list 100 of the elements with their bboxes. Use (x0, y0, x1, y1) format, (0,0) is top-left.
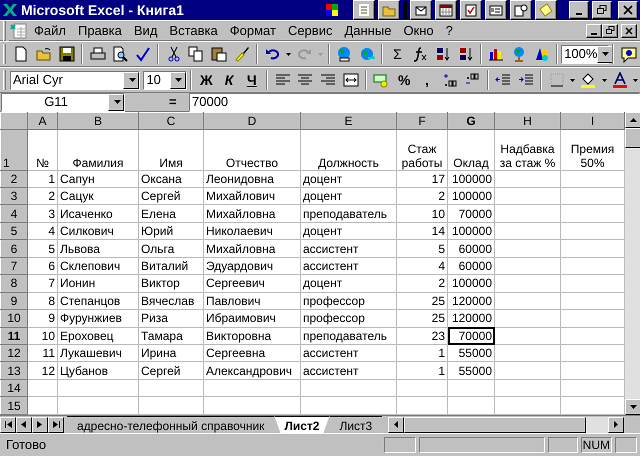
table-cell: 9 (28, 310, 58, 328)
table-cell: 2 (396, 187, 448, 205)
menu-item[interactable]: Правка (72, 20, 128, 40)
first-sheet-icon[interactable] (0, 416, 16, 432)
close-button[interactable] (621, 24, 637, 38)
sheet-tab[interactable]: адресно-телефонный справочник (67, 416, 274, 433)
table-cell: Эдуардович (204, 257, 300, 275)
font-size-dropdown[interactable]: 10 (143, 70, 187, 90)
zoom-dropdown[interactable]: 100% (561, 44, 610, 64)
envelope-icon[interactable] (410, 0, 432, 20)
menu-item[interactable]: Вид (128, 20, 164, 40)
column-header[interactable]: G (448, 112, 494, 130)
sheet-tab[interactable]: Лист3 (329, 416, 382, 433)
menu-item[interactable]: Формат (224, 20, 282, 40)
card-icon[interactable] (485, 0, 507, 20)
caret-icon (114, 100, 120, 104)
scroll-right-icon[interactable] (608, 416, 624, 432)
column-header[interactable]: E (300, 112, 396, 130)
excel-icon (2, 2, 18, 18)
row-header[interactable]: 1 (0, 130, 28, 170)
table-cell: Риза (138, 310, 204, 328)
row-header[interactable]: 14 (0, 379, 28, 397)
table-cell: Имя (138, 130, 204, 170)
row-header[interactable]: 11 (0, 327, 28, 345)
column-header[interactable]: B (58, 112, 138, 130)
menu-item[interactable]: Вставка (163, 20, 224, 40)
percent-button[interactable]: % (392, 69, 416, 91)
clipboard-check-icon[interactable] (460, 0, 482, 20)
underline-button[interactable]: Ч (240, 69, 264, 91)
notes-icon[interactable] (353, 0, 375, 20)
comma-button[interactable]: , (416, 69, 438, 91)
minimize-button[interactable] (586, 24, 602, 38)
scroll-up-icon[interactable] (625, 112, 640, 128)
table-cell: 4 (396, 257, 448, 275)
italic-button[interactable]: К (218, 69, 240, 91)
menu-item[interactable]: Сервис (282, 20, 338, 40)
row-header[interactable]: 9 (0, 292, 28, 310)
menu-item[interactable]: Окно (397, 20, 440, 40)
column-header[interactable]: D (204, 112, 300, 130)
close-button[interactable] (618, 1, 638, 19)
restore-button[interactable] (602, 24, 618, 38)
minimize-button[interactable] (569, 1, 589, 19)
table-cell: Михайловна (204, 204, 300, 222)
scroll-thumb[interactable] (625, 128, 640, 148)
autosum-button[interactable]: Σ (386, 43, 409, 65)
caret-icon (128, 78, 136, 82)
column-header[interactable]: H (494, 112, 560, 130)
workbook-icon[interactable] (10, 22, 28, 38)
row-header[interactable]: 3 (0, 187, 28, 205)
table-cell: Павлович (204, 292, 300, 310)
column-header[interactable]: I (560, 112, 624, 130)
scroll-left-icon[interactable] (388, 416, 404, 432)
scroll-thumb[interactable] (404, 416, 586, 432)
active-cell[interactable]: 70000 (448, 327, 494, 345)
row-header[interactable]: 13 (0, 362, 28, 380)
scroll-down-icon[interactable] (625, 399, 640, 415)
last-sheet-icon[interactable] (48, 416, 64, 432)
table-cell: Отчество (204, 130, 300, 170)
table-cell: доцент (300, 222, 396, 240)
formula-field[interactable]: 70000 (189, 92, 640, 112)
menu-item[interactable]: Файл (28, 20, 72, 40)
minimize-icon (591, 32, 597, 34)
restore-icon (606, 26, 614, 35)
table-cell: 1 (396, 344, 448, 362)
previous-sheet-icon[interactable] (16, 416, 32, 432)
restore-icon (597, 5, 607, 15)
row-header[interactable]: 4 (0, 204, 28, 222)
next-sheet-icon[interactable] (32, 416, 48, 432)
table-cell: Виталий (138, 257, 204, 275)
close-icon (623, 5, 633, 15)
font-dropdown[interactable]: Arial Cyr (10, 70, 140, 90)
table-cell: преподаватель (300, 204, 396, 222)
row-header[interactable]: 15 (0, 396, 28, 414)
row-header[interactable]: 12 (0, 344, 28, 362)
office-logo-icon[interactable] (325, 2, 339, 18)
status-panel (548, 436, 578, 452)
row-header[interactable]: 5 (0, 222, 28, 240)
name-box[interactable]: G11 (1, 92, 125, 112)
row-header[interactable]: 6 (0, 240, 28, 258)
row-header[interactable]: 10 (0, 310, 28, 328)
note-paper-icon[interactable] (535, 0, 557, 20)
vertical-scrollbar[interactable] (625, 112, 640, 415)
restore-button[interactable] (592, 1, 612, 19)
table-cell: 5 (396, 240, 448, 258)
equals-sign: = (169, 93, 178, 112)
column-header[interactable]: F (396, 112, 448, 130)
sheet-tab[interactable]: Лист2 (274, 416, 330, 433)
row-header[interactable]: 8 (0, 274, 28, 292)
menu-item[interactable]: ? (440, 20, 459, 40)
horizontal-scrollbar[interactable] (388, 416, 624, 432)
table-cell: Склепович (58, 257, 138, 275)
table-cell: Тамара (138, 327, 204, 345)
row-header[interactable]: 2 (0, 170, 28, 188)
column-header[interactable]: C (138, 112, 204, 130)
menu-item[interactable]: Данные (338, 20, 398, 40)
row-header[interactable]: 7 (0, 257, 28, 275)
bold-button[interactable]: Ж (194, 69, 218, 91)
calendar-icon[interactable] (435, 0, 457, 20)
folder-icon[interactable] (378, 0, 400, 20)
column-header[interactable]: A (28, 112, 58, 130)
